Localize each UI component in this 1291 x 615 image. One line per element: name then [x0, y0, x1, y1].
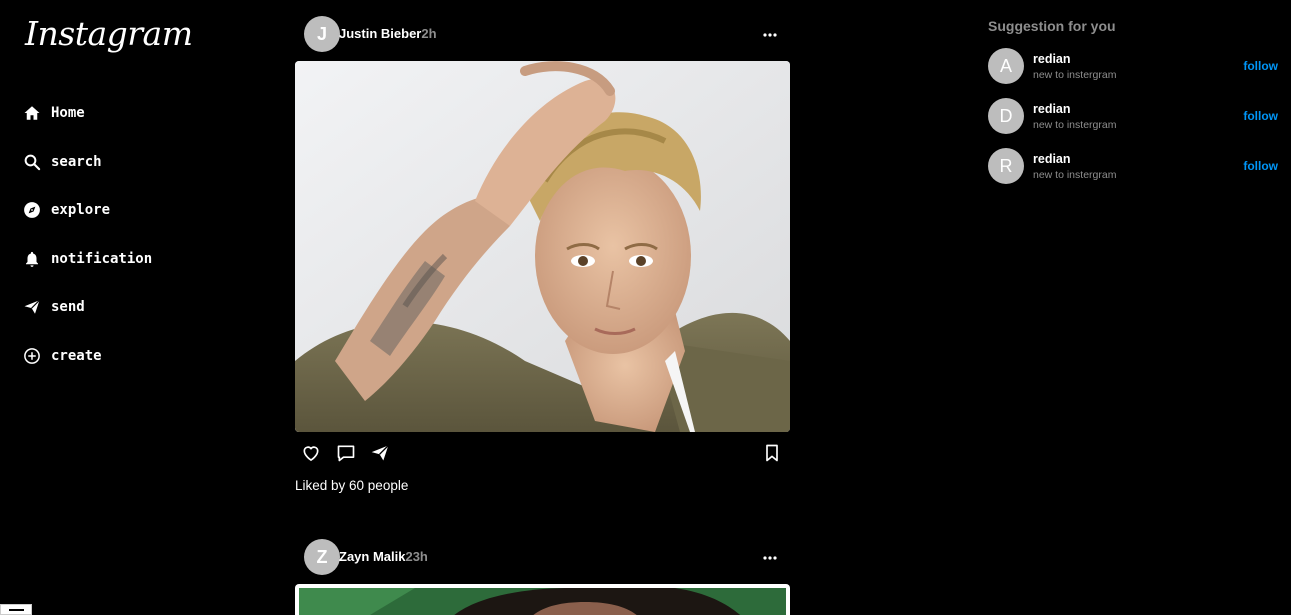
suggestion-item: A redian new to instergram follow	[988, 48, 1288, 84]
more-options-icon[interactable]	[762, 27, 778, 41]
search-icon	[22, 152, 41, 171]
suggestion-subtitle: new to instergram	[1033, 119, 1117, 131]
more-options-icon[interactable]	[762, 550, 778, 564]
nav-label: send	[51, 299, 85, 316]
suggestion-item: D redian new to instergram follow	[988, 98, 1288, 134]
app-root: Instagram Home search explore notificati…	[0, 0, 1291, 615]
hamburger-icon	[9, 609, 24, 611]
feed-post: Z Zayn Malik23h	[295, 539, 790, 615]
follow-button[interactable]: follow	[1243, 159, 1278, 173]
bell-icon	[22, 249, 41, 268]
suggestion-name[interactable]: redian	[1033, 152, 1071, 166]
nav-item-home[interactable]: Home	[22, 102, 152, 124]
suggestion-name[interactable]: redian	[1033, 102, 1071, 116]
home-icon	[22, 104, 41, 123]
nav-item-notification[interactable]: notification	[22, 248, 152, 270]
like-heart-icon[interactable]	[301, 443, 323, 465]
post-username[interactable]: Zayn Malik23h	[339, 549, 428, 564]
suggestions-panel: Suggestion for you A redian new to inste…	[988, 18, 1288, 184]
nav-item-create[interactable]: create	[22, 345, 152, 367]
suggestion-subtitle: new to instergram	[1033, 69, 1117, 81]
likes-count[interactable]: Liked by 60 people	[295, 478, 408, 493]
follow-button[interactable]: follow	[1243, 109, 1278, 123]
nav-item-search[interactable]: search	[22, 151, 152, 173]
post-actions	[295, 443, 790, 467]
nav-item-send[interactable]: send	[22, 296, 152, 318]
nav-label: notification	[51, 250, 153, 267]
bookmark-icon[interactable]	[762, 443, 784, 465]
follow-button[interactable]: follow	[1243, 59, 1278, 73]
plus-circle-icon	[22, 346, 41, 365]
instagram-logo[interactable]: Instagram	[25, 14, 193, 53]
post-time: 23h	[405, 549, 428, 564]
sidebar-nav: Home search explore notification send cr…	[22, 102, 152, 394]
suggestion-item: R redian new to instergram follow	[988, 148, 1288, 184]
post-image[interactable]	[295, 584, 790, 615]
post-image[interactable]	[295, 61, 790, 432]
suggestion-name[interactable]: redian	[1033, 52, 1071, 66]
suggestions-title: Suggestion for you	[988, 18, 1116, 34]
post-time: 2h	[421, 26, 437, 41]
sidebar: Instagram Home search explore notificati…	[0, 0, 240, 615]
send-icon	[22, 298, 41, 317]
post-header: J Justin Bieber2h	[295, 16, 790, 52]
post-photo-illustration	[299, 588, 786, 615]
nav-item-explore[interactable]: explore	[22, 199, 152, 221]
suggestion-subtitle: new to instergram	[1033, 169, 1117, 181]
avatar[interactable]: A	[988, 48, 1024, 84]
post-username[interactable]: Justin Bieber2h	[339, 26, 437, 41]
avatar[interactable]: R	[988, 148, 1024, 184]
nav-label: create	[51, 347, 102, 364]
post-photo-illustration	[295, 61, 790, 432]
comment-icon[interactable]	[336, 443, 358, 465]
nav-label: explore	[51, 202, 111, 219]
post-header: Z Zayn Malik23h	[295, 539, 790, 575]
share-icon[interactable]	[370, 443, 392, 465]
nav-label: search	[51, 153, 102, 170]
avatar[interactable]: Z	[304, 539, 340, 575]
feed-post: J Justin Bieber2h Liked by 60 people	[295, 16, 790, 493]
avatar[interactable]: D	[988, 98, 1024, 134]
compass-icon	[22, 201, 41, 220]
menu-toggle-button[interactable]	[0, 604, 32, 615]
avatar[interactable]: J	[304, 16, 340, 52]
nav-label: Home	[51, 105, 85, 121]
